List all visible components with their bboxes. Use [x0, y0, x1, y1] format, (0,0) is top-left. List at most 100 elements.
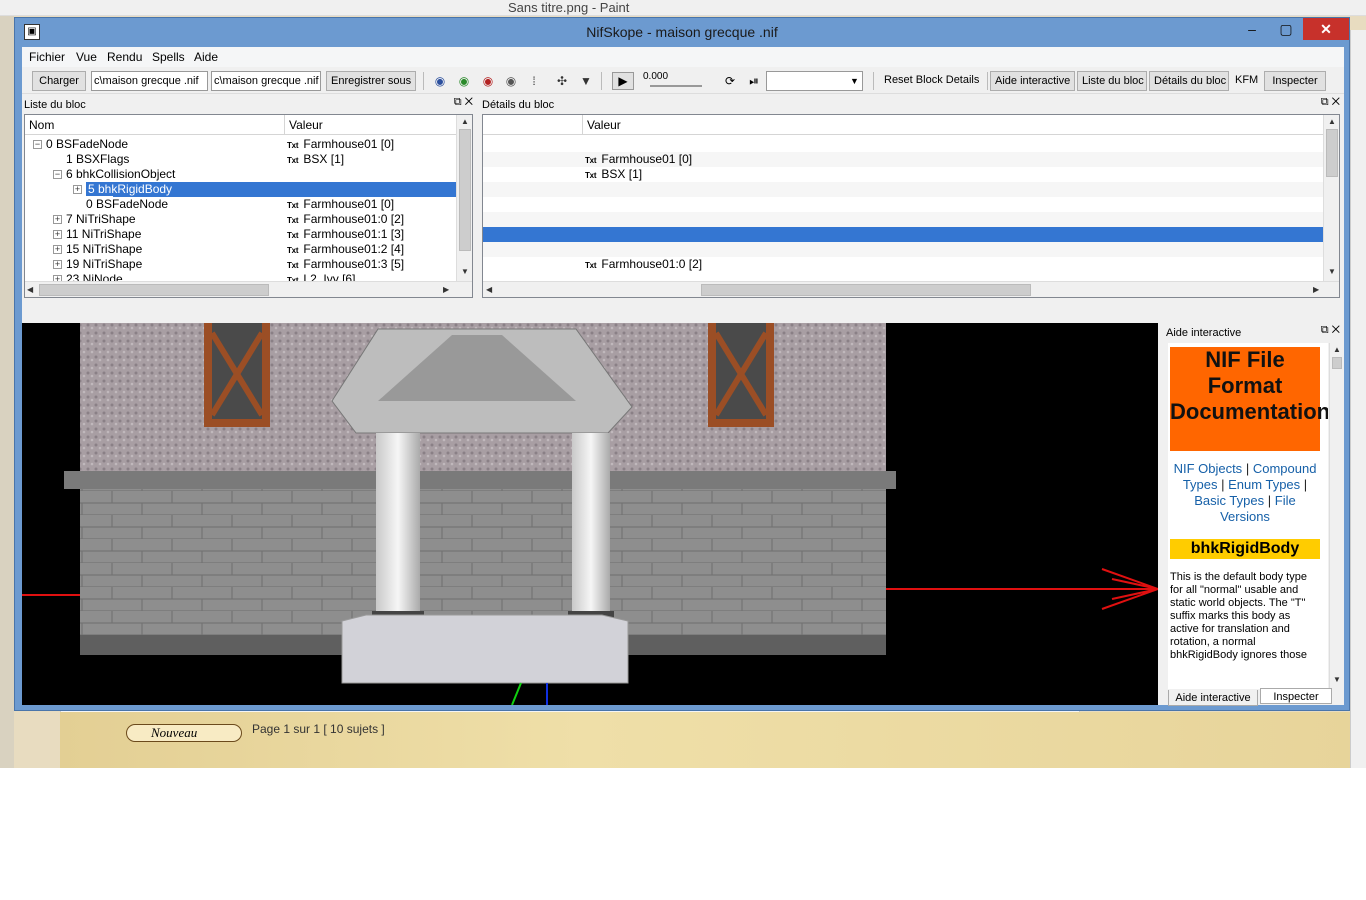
loop-icon[interactable]: ⟳ [722, 73, 738, 89]
minimize-button[interactable]: – [1235, 18, 1269, 40]
help-vscrollbar[interactable]: ▲ ▼ [1329, 343, 1343, 689]
switch-icon[interactable]: ⏯ [746, 73, 762, 89]
column-name[interactable] [483, 115, 583, 135]
expander-icon[interactable]: + [53, 260, 62, 270]
expander-icon[interactable]: + [53, 215, 62, 225]
eye-blue-icon[interactable]: ◉ [432, 73, 448, 89]
tab-kfm[interactable]: KFM [1235, 71, 1258, 91]
menu-vue[interactable]: Vue [69, 47, 104, 67]
tree-row[interactable]: +11 NiTriShape Txt Farmhouse01:1 [3] [25, 227, 456, 242]
expander-icon[interactable]: + [73, 185, 82, 195]
details-row-value: Txt Farmhouse01:0 [2] [585, 257, 702, 273]
details-vscrollbar[interactable]: ▲ ▼ [1323, 115, 1339, 281]
expander-icon[interactable]: − [33, 140, 42, 150]
details-row[interactable]: Txt BSX [1] [483, 167, 1323, 182]
help-document: NIF File Format Documentation NIF Object… [1168, 343, 1328, 689]
scroll-up-arrow-icon[interactable]: ▲ [1330, 345, 1344, 354]
close-button[interactable]: ✕ [1303, 18, 1349, 40]
value-text: Farmhouse01 [0] [303, 137, 395, 151]
link-nif-objects[interactable]: NIF Objects [1174, 461, 1243, 476]
details-row[interactable] [483, 182, 1323, 197]
eye-red-icon[interactable]: ◉ [480, 73, 496, 89]
dropdown-arrow-icon[interactable]: ▼ [578, 73, 594, 89]
details-row[interactable]: Txt Farmhouse01 [0] [483, 152, 1323, 167]
details-row[interactable]: Txt Farmhouse01:0 [2] [483, 257, 1323, 272]
column-nom[interactable]: Nom [25, 115, 285, 135]
scroll-up-arrow-icon[interactable]: ▲ [457, 117, 472, 126]
txt-badge: Txt [287, 231, 299, 240]
scroll-down-arrow-icon[interactable]: ▼ [1330, 675, 1344, 684]
eye-green-icon[interactable]: ◉ [456, 73, 472, 89]
link-basic-types[interactable]: Basic Types [1194, 493, 1264, 508]
move-icon[interactable]: ✣ [554, 73, 570, 89]
menu-rendu[interactable]: Rendu [100, 47, 149, 67]
menu-fichier[interactable]: Fichier [22, 47, 72, 67]
dock-buttons[interactable]: ⧉ ✕ [454, 96, 473, 109]
menu-spells[interactable]: Spells [145, 47, 192, 67]
scroll-thumb[interactable] [1332, 357, 1342, 369]
reset-block-details-button[interactable]: Reset Block Details [884, 71, 979, 91]
maximize-button[interactable]: ▢ [1269, 18, 1303, 40]
tab-details-du-bloc[interactable]: Détails du bloc [1149, 71, 1229, 91]
hscroll-thumb[interactable] [39, 284, 269, 296]
details-row[interactable] [483, 242, 1323, 257]
expander-icon[interactable]: + [53, 230, 62, 240]
browser-scrollbar[interactable] [1350, 30, 1366, 768]
tree-row[interactable]: 1 BSXFlags Txt BSX [1] [25, 152, 456, 167]
scroll-thumb[interactable] [1326, 129, 1338, 177]
details-row[interactable] [483, 137, 1323, 152]
separator [873, 72, 874, 90]
time-slider[interactable] [650, 85, 702, 87]
tree-row-value: Txt Farmhouse01:2 [4] [287, 242, 404, 258]
tab-aide-interactive[interactable]: Aide interactive [990, 71, 1075, 91]
animation-select[interactable] [766, 71, 863, 91]
load-path-field[interactable]: c\maison grecque .nif [91, 71, 208, 91]
txt-badge: Txt [287, 141, 299, 150]
nouveau-button[interactable]: Nouveau [126, 724, 242, 742]
tree-row[interactable]: −6 bhkCollisionObject [25, 167, 456, 182]
scroll-down-arrow-icon[interactable]: ▼ [457, 267, 472, 276]
tree-vscrollbar[interactable]: ▲ ▼ [456, 115, 472, 281]
details-row[interactable] [483, 212, 1323, 227]
details-row[interactable] [483, 227, 1323, 242]
scroll-thumb[interactable] [459, 129, 471, 251]
hscroll-thumb[interactable] [701, 284, 1031, 296]
scroll-down-arrow-icon[interactable]: ▼ [1324, 267, 1339, 276]
tab-inspecter[interactable]: Inspecter [1264, 71, 1326, 91]
column-valeur[interactable]: Valeur [285, 115, 456, 135]
tree-row[interactable]: +15 NiTriShape Txt Farmhouse01:2 [4] [25, 242, 456, 257]
scroll-left-arrow-icon[interactable]: ◀ [486, 285, 492, 294]
eye-gray-icon[interactable]: ◉ [503, 73, 519, 89]
footprints-icon[interactable]: ⁞ [526, 73, 542, 89]
scroll-up-arrow-icon[interactable]: ▲ [1324, 117, 1339, 126]
details-hscrollbar[interactable]: ◀ ▶ [483, 281, 1339, 297]
play-icon[interactable]: ▶ [612, 72, 634, 90]
column-valeur[interactable]: Valeur [583, 115, 1323, 135]
load-button[interactable]: Charger [32, 71, 86, 91]
tree-row[interactable]: +7 NiTriShape Txt Farmhouse01:0 [2] [25, 212, 456, 227]
save-path-field[interactable]: c\maison grecque .nif [211, 71, 321, 91]
scroll-right-arrow-icon[interactable]: ▶ [1313, 285, 1319, 294]
link-enum-types[interactable]: Enum Types [1228, 477, 1300, 492]
expander-icon[interactable]: + [53, 245, 62, 255]
details-row[interactable] [483, 197, 1323, 212]
render-viewport[interactable] [22, 323, 1158, 705]
dock-buttons[interactable]: ⧉ ✕ [1321, 324, 1340, 337]
details-row-value: Txt BSX [1] [585, 167, 642, 183]
expander-icon[interactable]: − [53, 170, 62, 180]
tab-liste-du-bloc[interactable]: Liste du bloc [1077, 71, 1147, 91]
dock-buttons[interactable]: ⧉ ✕ [1321, 96, 1340, 109]
tree-row[interactable]: +5 bhkRigidBody [25, 182, 456, 197]
menu-aide[interactable]: Aide [187, 47, 225, 67]
save-as-button[interactable]: Enregistrer sous [326, 71, 416, 91]
scroll-left-arrow-icon[interactable]: ◀ [27, 285, 33, 294]
scroll-right-arrow-icon[interactable]: ▶ [443, 285, 449, 294]
help-tab-inspecter[interactable]: Inspecter [1260, 688, 1332, 704]
forum-parchment [60, 712, 1366, 768]
app-icon: ▣ [24, 24, 40, 40]
tree-row[interactable]: 0 BSFadeNode Txt Farmhouse01 [0] [25, 197, 456, 212]
tree-row[interactable]: +19 NiTriShape Txt Farmhouse01:3 [5] [25, 257, 456, 272]
tree-hscrollbar[interactable]: ◀ ▶ [25, 281, 472, 297]
tree-row[interactable]: −0 BSFadeNode Txt Farmhouse01 [0] [25, 137, 456, 152]
help-tab-aide[interactable]: Aide interactive [1168, 690, 1258, 706]
